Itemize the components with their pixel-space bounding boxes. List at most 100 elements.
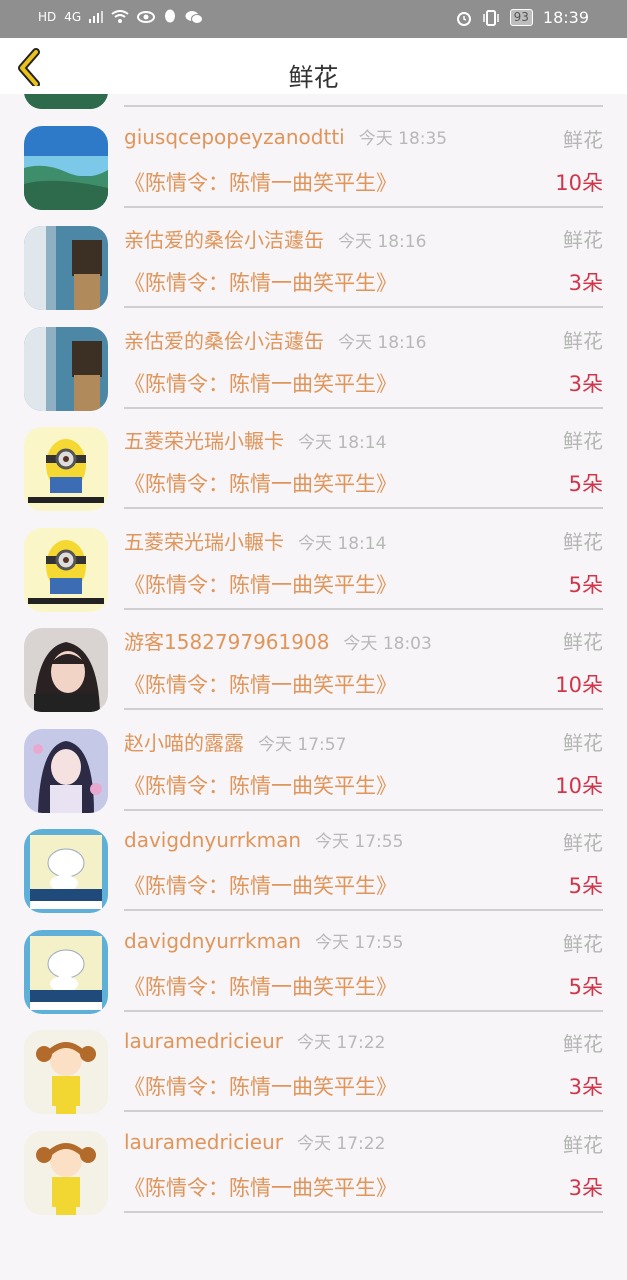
flower-count: 5朵 (568, 572, 603, 597)
gift-type: 鲜花 (563, 228, 603, 252)
user-name[interactable]: 亲估爱的桑侩小洁蘧缶 (124, 228, 324, 252)
gift-time: 今天 18:03 (343, 634, 432, 654)
row-divider (124, 406, 603, 409)
flower-record-row[interactable]: 游客1582797961908 今天 18:03 鲜花《陈情令：陈情一曲笑平生》 10… (0, 611, 627, 712)
flower-count: 3朵 (568, 271, 603, 295)
status-time: 18:39 (542, 8, 589, 27)
vibrate-icon (482, 9, 499, 26)
wechat-icon (185, 10, 204, 24)
flower-record-row[interactable]: giusqcepopeyzanodtti今天 18:35鲜花《陈情令：陈情一曲笑… (0, 94, 627, 109)
user-name[interactable]: 五菱荣光瑞小輾卡 (124, 429, 284, 453)
row-divider (124, 607, 603, 610)
user-name[interactable]: giusqcepopeyzanodtti (124, 125, 345, 149)
row-divider (124, 1009, 603, 1012)
avatar[interactable] (24, 527, 108, 612)
avatar[interactable] (24, 125, 108, 210)
book-title[interactable]: 《陈情令：陈情一曲笑平生》 (124, 569, 397, 599)
book-title[interactable]: 《陈情令：陈情一曲笑平生》 (124, 669, 397, 699)
user-name[interactable]: lauramedricieur (124, 1029, 283, 1053)
flower-count: 10朵 (555, 94, 603, 96)
gift-time: 今天 18:16 (338, 232, 427, 252)
user-name[interactable]: 五菱荣光瑞小輾卡 (124, 530, 284, 554)
user-name-line: 赵小喵的露露 今天 17:57 (124, 727, 346, 756)
gift-type: 鲜花 (563, 630, 603, 654)
gift-time: 今天 17:55 (315, 832, 404, 852)
signal-icon (89, 10, 104, 23)
avatar[interactable] (24, 929, 108, 1014)
flower-record-row[interactable]: davigdnyurrkman 今天 17:55 鲜花《陈情令：陈情一曲笑平生》 5朵 (0, 812, 627, 913)
book-title[interactable]: 《陈情令：陈情一曲笑平生》 (124, 267, 397, 297)
flower-record-row[interactable]: lauramedricieur 今天 17:22 鲜花 《陈情令：陈情一曲笑平生》 3朵 (0, 1114, 627, 1215)
avatar[interactable] (24, 1130, 108, 1215)
gift-time: 今天 17:55 (315, 932, 404, 953)
user-name[interactable]: davigdnyurrkman (124, 828, 301, 852)
row-divider (124, 1210, 603, 1213)
app-header: 鲜花 (0, 38, 627, 94)
gift-time: 今天 18:14 (298, 433, 387, 453)
book-title[interactable]: 《陈情令：陈情一曲笑平生》 (124, 971, 397, 1001)
wifi-icon (111, 10, 129, 23)
user-name-line: davigdnyurrkman 今天 17:55 (124, 827, 403, 852)
flower-record-row[interactable]: 亲估爱的桑侩小洁蘧缶 今天 18:16 鲜花《陈情令：陈情一曲笑平生》 3朵 (0, 209, 627, 310)
gift-time: 今天 17:22 (296, 1133, 386, 1154)
row-divider (124, 105, 603, 107)
book-title[interactable]: 《陈情令：陈情一曲笑平生》 (124, 167, 397, 197)
book-title[interactable]: 《陈情令：陈情一曲笑平生》 (124, 870, 397, 900)
avatar[interactable] (24, 326, 108, 411)
flower-count: 10朵 (555, 773, 603, 798)
flower-record-row[interactable]: giusqcepopeyzanodtti今天 18:35鲜花《陈情令：陈情一曲笑… (0, 109, 627, 210)
qq-icon (165, 9, 176, 23)
avatar[interactable] (24, 728, 108, 813)
page-title: 鲜花 (288, 63, 339, 92)
flower-record-row[interactable]: lauramedricieur 今天 17:22 鲜花 《陈情令：陈情一曲笑平生》 3朵 (0, 1013, 627, 1114)
flower-record-row[interactable]: 五菱荣光瑞小輾卡 今天 18:14 鲜花 《陈情令：陈情一曲笑平生》 5朵 (0, 410, 627, 511)
row-divider (124, 205, 603, 208)
flower-count: 3朵 (568, 1075, 603, 1099)
row-divider (124, 306, 603, 308)
user-name[interactable]: 游客1582797961908 (124, 630, 329, 654)
avatar[interactable] (24, 628, 108, 712)
user-name[interactable]: davigdnyurrkman (124, 929, 301, 953)
avatar[interactable] (24, 94, 108, 109)
flower-count: 5朵 (568, 974, 603, 999)
flower-count: 10朵 (555, 170, 603, 195)
avatar[interactable] (24, 226, 108, 310)
flower-record-row[interactable]: 亲估爱的桑侩小洁蘧缶 今天 18:16 鲜花 《陈情令：陈情一曲笑平生》 3朵 (0, 310, 627, 411)
status-right: 93 18:39 (456, 8, 589, 27)
gift-time: 今天 17:57 (258, 734, 347, 755)
book-title[interactable]: 《陈情令：陈情一曲笑平生》 (124, 468, 397, 498)
book-title[interactable]: 《陈情令：陈情一曲笑平生》 (124, 368, 397, 398)
user-name-line: giusqcepopeyzanodtti 今天 18:35 (124, 124, 447, 149)
flower-count: 5朵 (568, 874, 603, 898)
user-name[interactable]: 亲估爱的桑侩小洁蘧缶 (124, 329, 324, 353)
gift-time: 今天 18:14 (298, 533, 387, 554)
avatar[interactable] (24, 427, 108, 511)
book-title[interactable]: 《陈情令：陈情一曲笑平生》 (124, 94, 397, 96)
book-title[interactable]: 《陈情令：陈情一曲笑平生》 (124, 770, 397, 800)
book-title[interactable]: 《陈情令：陈情一曲笑平生》 (124, 1172, 397, 1202)
avatar[interactable] (24, 1030, 108, 1114)
flower-record-row[interactable]: davigdnyurrkman 今天 17:55 鲜花 《陈情令：陈情一曲笑平生》 5朵 (0, 913, 627, 1014)
user-name-line: 游客1582797961908 今天 18:03 (124, 626, 432, 655)
row-divider (124, 708, 603, 710)
flower-count: 3朵 (568, 371, 603, 396)
flower-record-list[interactable]: giusqcepopeyzanodtti 今天 18:35 鲜花 《陈情令：陈情一曲笑… (0, 94, 627, 1280)
user-name[interactable]: 赵小喵的露露 (124, 731, 244, 755)
gift-time: 今天 18:16 (338, 332, 427, 353)
user-name-line: davigdnyurrkman 今天 17:55 (124, 928, 403, 953)
user-name-line: 五菱荣光瑞小輾卡 今天 18:14 (124, 526, 386, 555)
book-title[interactable]: 《陈情令：陈情一曲笑平生》 (124, 1071, 397, 1101)
user-name[interactable]: lauramedricieur (124, 1130, 283, 1154)
avatar[interactable] (24, 829, 108, 913)
row-divider (124, 909, 603, 911)
flower-record-row[interactable]: 五菱荣光瑞小輾卡 今天 18:14 鲜花《陈情令：陈情一曲笑平生》 5朵 (0, 511, 627, 612)
gift-type: 鲜花 (563, 1032, 603, 1056)
flower-count: 10朵 (555, 673, 603, 697)
gift-type: 鲜花 (563, 831, 603, 855)
network-4g-icon: 4G (64, 9, 82, 24)
eye-icon (137, 10, 156, 23)
gift-type: 鲜花 (563, 529, 603, 554)
user-name-line: lauramedricieur 今天 17:22 (124, 1129, 385, 1154)
flower-record-row[interactable]: 赵小喵的露露 今天 17:57 鲜花 《陈情令：陈情一曲笑平生》 10朵 (0, 712, 627, 813)
row-divider (124, 808, 603, 811)
